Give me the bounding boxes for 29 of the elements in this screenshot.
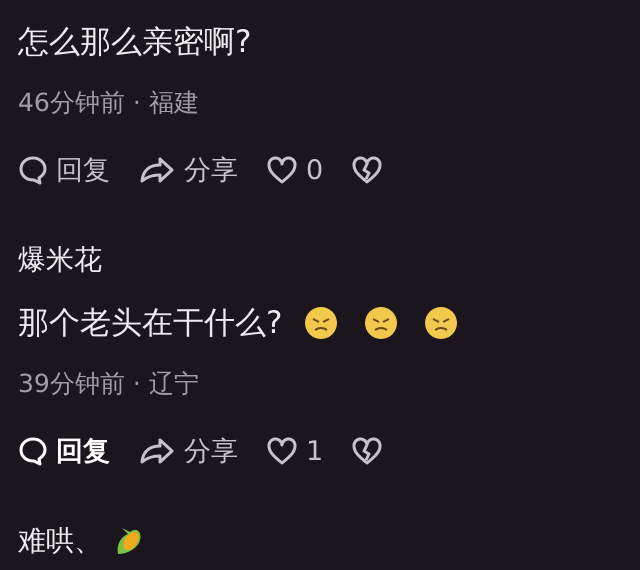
heart-icon [266,436,298,466]
angry-face-icon [304,306,338,340]
dislike-button[interactable] [351,436,384,466]
timestamp: 46分钟前 [18,86,125,118]
separator-dot: · [132,368,141,398]
username: 难哄、 [18,523,102,559]
comment-text: 那个老头在干什么? [18,304,282,343]
comment-icon [18,155,48,185]
share-icon [138,436,176,466]
share-icon [138,155,176,185]
broken-heart-icon [351,436,384,466]
broken-heart-icon [351,155,384,185]
like-button[interactable]: 0 [266,154,324,186]
heart-icon [266,155,298,185]
timestamp: 39分钟前 [18,368,125,400]
share-button[interactable]: 分享 [138,152,238,188]
share-button[interactable]: 分享 [138,433,238,469]
like-button[interactable]: 1 [266,436,324,466]
reply-button[interactable]: 回复 [18,433,110,469]
comment-text: 怎么那么亲密啊? [18,23,252,62]
angry-face-icon [364,306,398,340]
location: 辽宁 [148,368,199,400]
angry-face-icon [424,306,458,340]
dislike-button[interactable] [351,155,384,185]
reply-button[interactable]: 回复 [18,152,110,188]
comment-icon [18,436,48,466]
location: 福建 [148,86,199,118]
separator-dot: · [132,88,141,116]
username: 爆米花 [18,242,102,278]
